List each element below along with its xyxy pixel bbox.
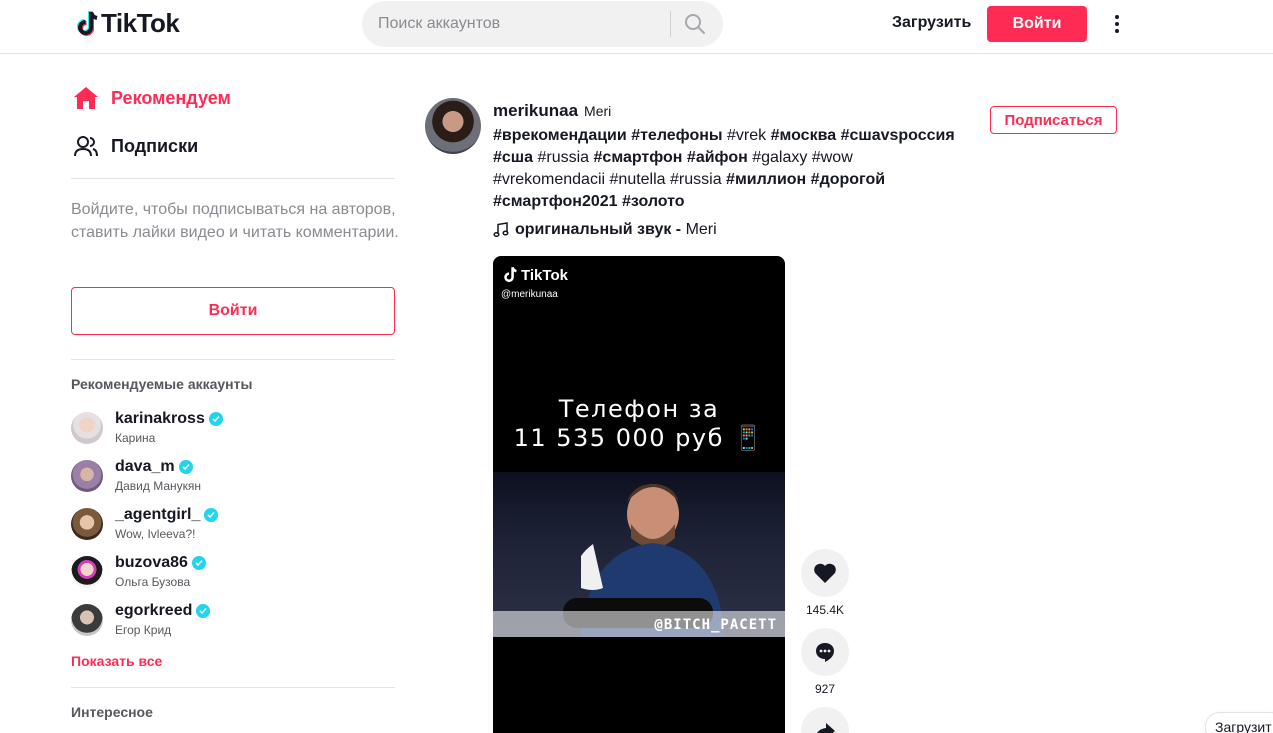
following-icon — [71, 131, 101, 161]
tiktok-note-icon — [504, 266, 517, 283]
like-button[interactable] — [801, 549, 849, 597]
hashtag[interactable]: #russia — [537, 149, 589, 166]
hashtag[interactable]: #врекомендации — [493, 127, 627, 144]
nav-item-following[interactable]: Подписки — [71, 129, 198, 163]
search-button[interactable] — [680, 11, 710, 37]
hashtag[interactable]: #wow — [812, 149, 853, 166]
sidebar: Рекомендуем Подписки Войдите, чтобы подп… — [71, 54, 399, 733]
home-icon — [71, 83, 101, 113]
hashtag[interactable]: #смартфон — [594, 149, 683, 166]
sidebar-divider — [71, 687, 395, 688]
post-author-username: merikunaa — [493, 101, 579, 120]
hashtag[interactable]: #nutella — [610, 171, 666, 188]
avatar — [71, 604, 103, 636]
post-sound-link[interactable]: оригинальный звук - Meri — [493, 221, 717, 239]
post-description: #врекомендации #телефоны #vrek #москва #… — [493, 125, 973, 213]
video-frame — [493, 472, 785, 637]
hashtag[interactable]: #айфон — [687, 149, 748, 166]
sound-artist: Meri — [685, 221, 717, 238]
suggested-account[interactable]: buzova86 Ольга Бузова — [71, 554, 371, 594]
video-watermark: TikTok — [502, 266, 568, 284]
search-divider — [670, 11, 671, 37]
comment-button[interactable] — [801, 628, 849, 676]
hashtag[interactable]: #смартфон2021 — [493, 193, 618, 210]
suggested-account[interactable]: karinakross Карина — [71, 410, 371, 450]
post-author-nickname: Meri — [584, 103, 612, 119]
share-button[interactable] — [801, 707, 849, 733]
suggested-account[interactable]: _agentgirl_ Wow, Ivleeva?! — [71, 506, 371, 546]
account-display-name: Wow, Ivleeva?! — [115, 527, 196, 541]
discover-title: Интересное — [71, 704, 153, 720]
upload-link[interactable]: Загрузить — [892, 14, 971, 32]
hashtag[interactable]: #миллион — [726, 171, 806, 188]
account-username: karinakross — [115, 410, 223, 428]
video-caption: Телефон за 11 535 000 руб 📱 — [513, 395, 765, 452]
tiktok-note-icon — [77, 10, 98, 36]
video-handle: @merikunaa — [501, 289, 558, 300]
tiktok-logo[interactable]: TikTok — [75, 8, 180, 39]
account-display-name: Егор Крид — [115, 623, 172, 637]
top-header: TikTok Загрузить Войти — [0, 0, 1273, 54]
login-hint-text: Войдите, чтобы подписываться на авторов,… — [71, 201, 399, 241]
sound-title: оригинальный звук - — [515, 221, 686, 238]
show-all-link[interactable]: Показать все — [71, 653, 162, 669]
music-note-icon — [493, 222, 509, 238]
floating-upload-button[interactable]: Загрузит — [1205, 712, 1273, 733]
hashtag[interactable]: #москва — [771, 127, 837, 144]
hashtag[interactable]: #russia — [670, 171, 722, 188]
login-button[interactable]: Войти — [987, 6, 1087, 42]
avatar — [71, 556, 103, 588]
sidebar-login-button[interactable]: Войти — [71, 287, 395, 335]
comment-icon — [816, 643, 834, 662]
comment-count: 927 — [814, 682, 836, 696]
suggested-accounts-title: Рекомендуемые аккаунты — [71, 376, 253, 392]
video-player[interactable]: TikTok @merikunaa Телефон за 11 535 000 … — [493, 256, 785, 733]
hashtag[interactable]: #vrekomendacii — [493, 171, 605, 188]
more-options-icon[interactable] — [1106, 12, 1128, 36]
verified-badge-icon — [196, 604, 211, 618]
nav-label-for-you: Рекомендуем — [111, 87, 231, 108]
hashtag[interactable]: #сшаvsроссия — [841, 127, 955, 144]
like-count: 145.4K — [805, 603, 845, 617]
avatar — [71, 508, 103, 540]
verified-badge-icon — [204, 508, 219, 522]
avatar — [71, 412, 103, 444]
sidebar-divider — [71, 359, 395, 360]
logo-text: TikTok — [101, 8, 180, 38]
search-input[interactable] — [378, 1, 668, 47]
account-username: egorkreed — [115, 602, 211, 620]
sidebar-divider — [71, 178, 395, 179]
hashtag[interactable]: #vrek — [727, 127, 766, 144]
hashtag[interactable]: #galaxy — [752, 149, 807, 166]
heart-icon — [814, 563, 836, 583]
hashtag[interactable]: #сша — [493, 149, 533, 166]
account-username: buzova86 — [115, 554, 206, 572]
hashtag[interactable]: #дорогой — [811, 171, 885, 188]
verified-badge-icon — [178, 460, 193, 474]
search-bar — [362, 1, 723, 47]
account-display-name: Карина — [115, 431, 156, 445]
search-icon — [685, 14, 705, 34]
hashtag[interactable]: #золото — [622, 193, 685, 210]
account-display-name: Давид Манукян — [115, 479, 202, 493]
nav-item-for-you[interactable]: Рекомендуем — [71, 81, 231, 115]
account-username: _agentgirl_ — [115, 506, 219, 524]
share-icon — [817, 723, 835, 733]
hashtag[interactable]: #телефоны — [631, 127, 722, 144]
account-username: dava_m — [115, 458, 193, 476]
avatar — [71, 460, 103, 492]
verified-badge-icon — [208, 412, 223, 426]
suggested-account[interactable]: egorkreed Егор Крид — [71, 602, 371, 642]
follow-button[interactable]: Подписаться — [990, 106, 1117, 134]
account-display-name: Ольга Бузова — [115, 575, 191, 589]
suggested-account[interactable]: dava_m Давид Манукян — [71, 458, 371, 498]
nav-label-following: Подписки — [111, 135, 199, 156]
post-author-avatar[interactable] — [425, 98, 481, 154]
post-author[interactable]: merikunaa Meri — [493, 101, 611, 121]
video-stamp: @BITCH_PACETT — [654, 617, 777, 633]
verified-badge-icon — [191, 556, 206, 570]
